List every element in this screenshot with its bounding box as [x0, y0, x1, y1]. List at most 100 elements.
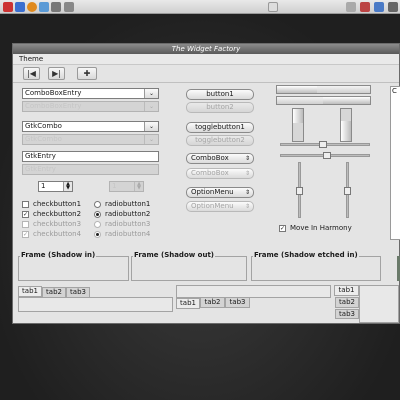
notebook-top-tab-2[interactable]: tab2 [42, 287, 66, 298]
togglebutton2-disabled: togglebutton2 [186, 135, 254, 146]
goto-first-button[interactable]: |◀ [23, 67, 40, 80]
notebook-left-tab-1[interactable]: tab1 [334, 285, 359, 296]
network-icon[interactable] [346, 2, 356, 12]
status-icon[interactable] [374, 2, 384, 12]
optionmenu-disabled-label: OptionMenu [191, 202, 234, 210]
radiobutton3-label: radiobutton3 [105, 220, 151, 228]
spinbutton-arrows[interactable]: ▲ ▼ [63, 182, 72, 191]
gtkentry-text: GtkEntry [25, 152, 56, 160]
mail-icon[interactable] [39, 2, 49, 12]
spinbutton-disabled-value: 1 [112, 182, 117, 190]
comboboxentry-disabled: ComboBoxEntry ⌄ [22, 101, 159, 112]
notebook-top-body [18, 297, 173, 312]
user-icon[interactable] [388, 2, 398, 12]
power-icon[interactable] [360, 2, 370, 12]
goto-last-button[interactable]: ▶| [48, 67, 65, 80]
notebook-bottom-tab-1[interactable]: tab1 [176, 298, 200, 309]
notebook-bottom-tab-3[interactable]: tab3 [225, 297, 250, 308]
spinbutton[interactable]: 1 ▲ ▼ [38, 181, 73, 192]
frame-shadow-etched-in [251, 256, 381, 281]
button2-disabled: button2 [186, 102, 254, 113]
toolbar: |◀ ▶| ✚ [13, 65, 399, 83]
launcher-icon[interactable] [64, 2, 74, 12]
checkbutton3-box [22, 221, 29, 228]
notebook-bottom-tab-2[interactable]: tab2 [200, 297, 225, 308]
gtkcombo-disabled-text: GtkCombo [25, 135, 62, 143]
comboboxentry-dropdown-button[interactable]: ⌄ [144, 89, 158, 98]
add-button[interactable]: ✚ [77, 67, 97, 80]
radiobutton4-label: radiobutton4 [105, 230, 151, 238]
optionmenu[interactable]: OptionMenu ⇕ [186, 187, 254, 198]
radiobutton1-circle[interactable] [94, 201, 101, 208]
togglebutton1[interactable]: togglebutton1 [186, 122, 254, 133]
radiobutton1-label: radiobutton1 [105, 200, 151, 208]
notebook-left-tab-3[interactable]: tab3 [335, 309, 359, 319]
hscale-2[interactable] [280, 152, 370, 159]
notebook-left-body [359, 285, 399, 323]
updown-arrow-icon: ⇕ [244, 170, 250, 177]
globe-icon[interactable] [15, 2, 25, 12]
folder-icon[interactable] [268, 2, 278, 12]
terminal-icon[interactable] [51, 2, 61, 12]
app-menu-icon[interactable] [3, 2, 13, 12]
gtkcombo-dropdown-button[interactable]: ⌄ [144, 122, 158, 131]
checkbutton2-box[interactable]: ✓ [22, 211, 29, 218]
hscale-handle[interactable] [323, 152, 331, 159]
comboboxentry[interactable]: ComboBoxEntry ⌄ [22, 88, 159, 99]
spinbutton-value: 1 [41, 182, 46, 190]
chevron-down-icon: ⌄ [148, 136, 155, 143]
radiobutton4-circle [94, 231, 101, 238]
goto-last-icon: ▶| [52, 69, 61, 78]
hscale-1[interactable] [280, 141, 370, 148]
hscale-handle[interactable] [319, 141, 327, 148]
gtkcombo-disabled: GtkCombo ⌄ [22, 134, 159, 145]
notebook-top-tab-1[interactable]: tab1 [18, 286, 42, 297]
updown-arrow-icon: ⇕ [244, 189, 250, 196]
right-panel[interactable]: C [390, 86, 400, 240]
notebook-top-tab-3[interactable]: tab3 [66, 287, 90, 298]
vscale-2[interactable] [344, 162, 351, 218]
button1[interactable]: button1 [186, 89, 254, 100]
gtkentry-disabled: GtkEntry [22, 164, 159, 175]
gtkcombo[interactable]: GtkCombo ⌄ [22, 121, 159, 132]
frame-shadow-out-label: Frame (Shadow out) [133, 251, 215, 259]
progress-bar-vertical-2 [340, 108, 352, 142]
widget-factory-window: The Widget Factory Theme |◀ ▶| ✚ ComboBo… [12, 43, 400, 324]
combobox-disabled-label: ComboBox [191, 169, 229, 177]
updown-arrow-icon: ⇕ [244, 203, 250, 210]
notebook-left-tab-2[interactable]: tab2 [335, 297, 359, 308]
goto-first-icon: |◀ [27, 69, 36, 78]
combobox[interactable]: ComboBox ⇕ [186, 153, 254, 164]
chevron-down-icon: ⌄ [148, 103, 155, 110]
gtkcombo-disabled-dropdown: ⌄ [144, 135, 158, 144]
move-in-harmony-label: Move In Harmony [290, 224, 352, 232]
updown-arrow-icon: ⇕ [244, 155, 250, 162]
radiobutton2-label: radiobutton2 [105, 210, 151, 218]
optionmenu-disabled: OptionMenu ⇕ [186, 201, 254, 212]
progress-bar-horizontal-1 [276, 85, 371, 94]
vscale-1[interactable] [296, 162, 303, 218]
vscale-handle[interactable] [296, 187, 303, 195]
spinbutton-disabled-arrows: ▲ ▼ [134, 182, 143, 191]
optionmenu-label: OptionMenu [191, 188, 234, 196]
checkbutton4-box: ✓ [22, 231, 29, 238]
move-in-harmony-checkbox[interactable]: ✓ [279, 225, 286, 232]
window-title[interactable]: The Widget Factory [13, 44, 399, 54]
right-panel-label: C [392, 87, 397, 95]
menu-theme[interactable]: Theme [19, 55, 43, 63]
frame-shadow-in-label: Frame (Shadow in) [20, 251, 97, 259]
comboboxentry-text: ComboBoxEntry [25, 89, 82, 97]
checkbutton1-box[interactable] [22, 201, 29, 208]
checkbutton3-label: checkbutton3 [33, 220, 82, 228]
checkbutton4-label: checkbutton4 [33, 230, 82, 238]
gtkentry[interactable]: GtkEntry [22, 151, 159, 162]
progress-fill [277, 86, 317, 93]
radiobutton2-circle[interactable] [94, 211, 101, 218]
frame-shadow-out [131, 256, 247, 281]
checkbutton2-label: checkbutton2 [33, 210, 82, 218]
radiobutton3-circle [94, 221, 101, 228]
browser-icon[interactable] [27, 2, 37, 12]
gtkcombo-text: GtkCombo [25, 122, 62, 130]
chevron-down-icon: ⌄ [148, 123, 155, 130]
vscale-handle[interactable] [344, 187, 351, 195]
